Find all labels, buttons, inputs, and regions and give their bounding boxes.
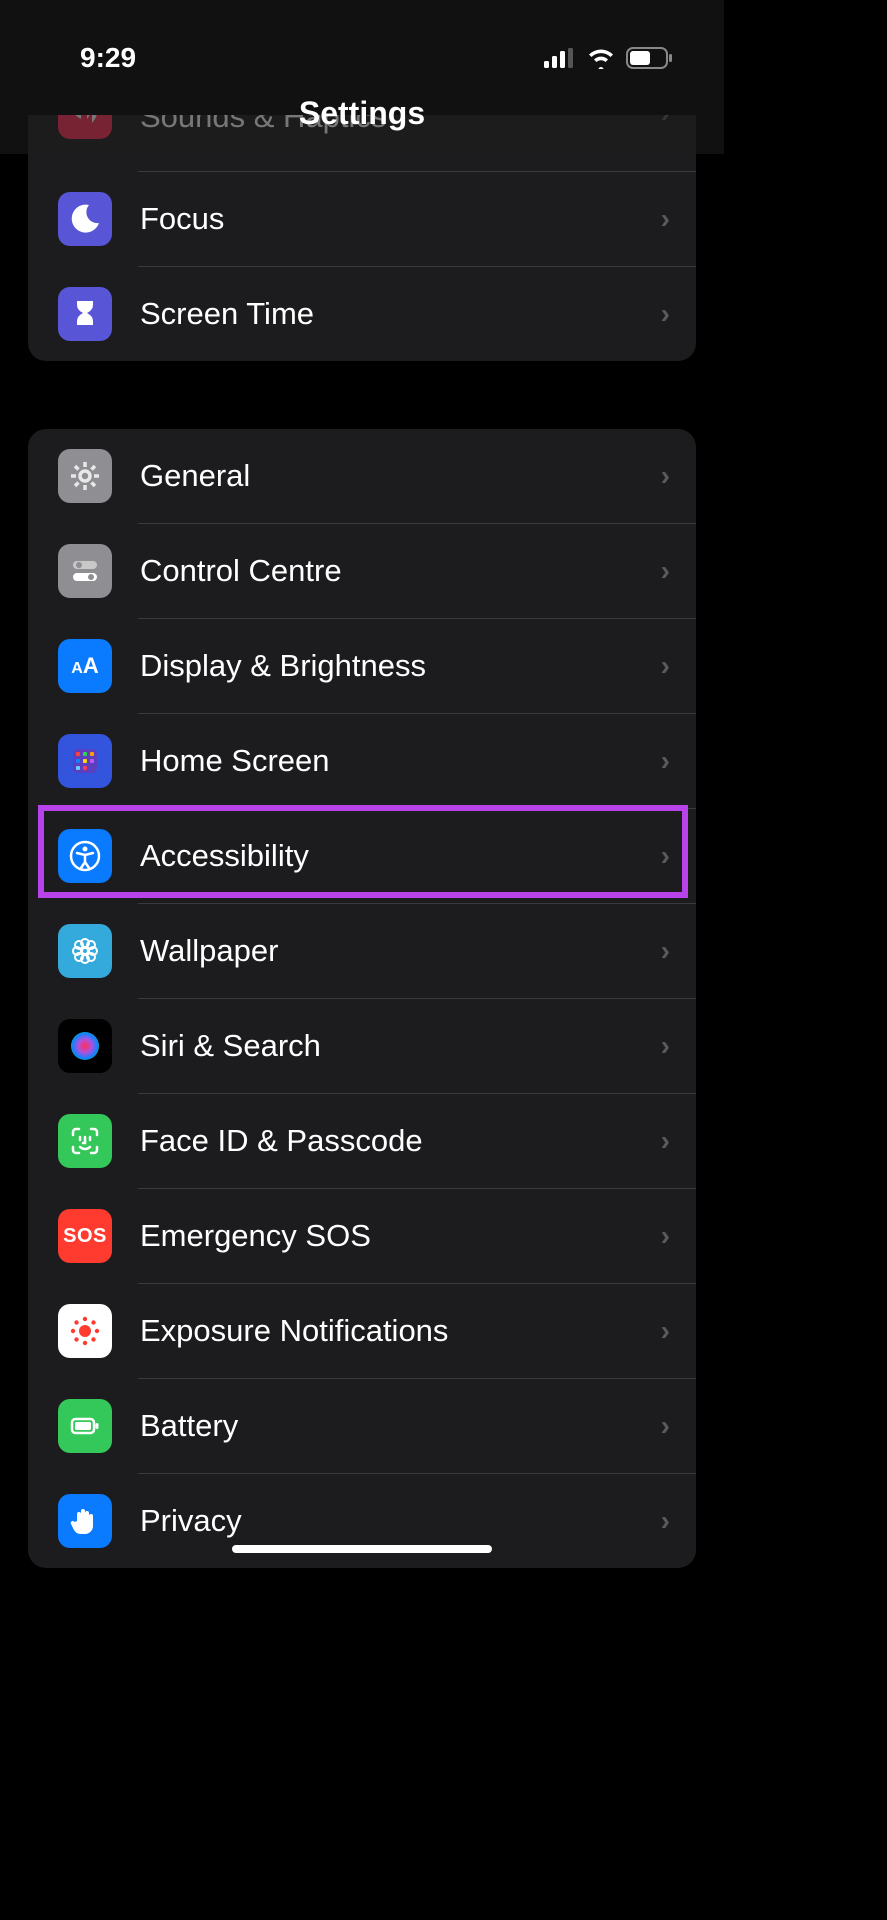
section-2: General › Control Centre › AA Display & … — [28, 429, 696, 1568]
exposure-icon — [58, 1304, 112, 1358]
hourglass-icon — [58, 287, 112, 341]
row-label: Display & Brightness — [140, 648, 661, 684]
chevron-right-icon: › — [661, 1315, 670, 1347]
chevron-right-icon: › — [661, 555, 670, 587]
row-focus[interactable]: Focus › — [28, 172, 696, 266]
wifi-icon — [586, 47, 616, 69]
row-label: Exposure Notifications — [140, 1313, 661, 1349]
chevron-right-icon: › — [661, 203, 670, 235]
chevron-right-icon: › — [661, 1410, 670, 1442]
row-wallpaper[interactable]: Wallpaper › — [28, 904, 696, 998]
sos-icon: SOS — [58, 1209, 112, 1263]
row-screen-time[interactable]: Screen Time › — [28, 267, 696, 361]
row-emergency-sos[interactable]: SOS Emergency SOS › — [28, 1189, 696, 1283]
row-label: Home Screen — [140, 743, 661, 779]
chevron-right-icon: › — [661, 1505, 670, 1537]
chevron-right-icon: › — [661, 298, 670, 330]
row-label: Siri & Search — [140, 1028, 661, 1064]
row-label: Control Centre — [140, 553, 661, 589]
row-general[interactable]: General › — [28, 429, 696, 523]
chevron-right-icon: › — [661, 1030, 670, 1062]
switches-icon — [58, 544, 112, 598]
row-control-centre[interactable]: Control Centre › — [28, 524, 696, 618]
status-icons — [544, 47, 674, 69]
status-time: 9:29 — [80, 42, 136, 74]
row-label: General — [140, 458, 661, 494]
chevron-right-icon: › — [661, 840, 670, 872]
flower-icon — [58, 924, 112, 978]
row-siri-search[interactable]: Siri & Search › — [28, 999, 696, 1093]
battery-icon — [58, 1399, 112, 1453]
chevron-right-icon: › — [661, 1125, 670, 1157]
hand-icon — [58, 1494, 112, 1548]
settings-list: Sounds & Haptics › Focus › Screen Time ›… — [0, 0, 724, 1568]
chevron-right-icon: › — [661, 745, 670, 777]
chevron-right-icon: › — [661, 1220, 670, 1252]
row-label: Focus — [140, 201, 661, 237]
faceid-icon — [58, 1114, 112, 1168]
row-privacy[interactable]: Privacy › — [28, 1474, 696, 1568]
row-accessibility[interactable]: Accessibility › — [28, 809, 696, 903]
gear-icon — [58, 449, 112, 503]
row-label: Accessibility — [140, 838, 661, 874]
accessibility-icon — [58, 829, 112, 883]
row-label: Wallpaper — [140, 933, 661, 969]
chevron-right-icon: › — [661, 460, 670, 492]
row-label: Screen Time — [140, 296, 661, 332]
chevron-right-icon: › — [661, 650, 670, 682]
row-battery[interactable]: Battery › — [28, 1379, 696, 1473]
chevron-right-icon: › — [661, 935, 670, 967]
row-faceid-passcode[interactable]: Face ID & Passcode › — [28, 1094, 696, 1188]
home-screen-icon — [58, 734, 112, 788]
home-indicator[interactable] — [232, 1545, 492, 1553]
row-exposure-notifications[interactable]: Exposure Notifications › — [28, 1284, 696, 1378]
siri-icon — [58, 1019, 112, 1073]
status-bar: 9:29 — [0, 0, 724, 90]
aa-icon: AA — [58, 639, 112, 693]
battery-status-icon — [626, 47, 674, 69]
row-label: Battery — [140, 1408, 661, 1444]
cellular-icon — [544, 48, 576, 68]
moon-icon — [58, 192, 112, 246]
row-home-screen[interactable]: Home Screen › — [28, 714, 696, 808]
row-label: Privacy — [140, 1503, 661, 1539]
row-label: Emergency SOS — [140, 1218, 661, 1254]
page-title: Settings — [0, 95, 724, 132]
row-display-brightness[interactable]: AA Display & Brightness › — [28, 619, 696, 713]
row-label: Face ID & Passcode — [140, 1123, 661, 1159]
